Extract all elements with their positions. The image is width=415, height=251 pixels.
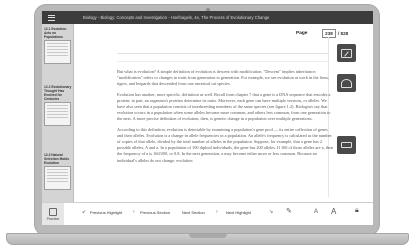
previous-highlight-icon: ↙ [82, 209, 87, 215]
highlight-icon[interactable] [337, 74, 356, 92]
highlight-off-icon[interactable]: ✎ [286, 207, 292, 215]
practice-button[interactable]: Practice [42, 203, 64, 225]
lock-icon[interactable]: 🔒︎ [355, 207, 359, 215]
thumbnail-image [44, 166, 71, 190]
next-section-button[interactable]: Next Section [182, 210, 205, 215]
top-bar: Biology - Biology: Concepts and Investig… [42, 11, 373, 24]
thumbnail-section-12-2[interactable]: 12.2 Evolutionary Thought Has Evolved fo… [44, 85, 72, 126]
text-size-large-icon[interactable]: A [331, 207, 336, 216]
page-number-input[interactable]: 238 [322, 28, 336, 38]
practice-icon [49, 207, 57, 216]
breadcrumb: Biology - Biology: Concepts and Investig… [83, 15, 270, 20]
thumbnail-section-12-1[interactable]: 12.1 Evolution Acts on Populations [44, 27, 72, 64]
thumbnail-label: 12.1 Evolution Acts on Populations [44, 27, 67, 39]
ebook-screen: Biology - Biology: Concepts and Investig… [42, 11, 373, 225]
laptop-base [6, 233, 409, 245]
content-paragraph: Evolution has another, more specific, de… [117, 91, 331, 122]
laptop-notch [189, 234, 227, 238]
chevron-left-icon: ‹ [133, 209, 135, 215]
bottom-toolbar: Practice ↙ Previous Highlight ‹ Previous… [42, 202, 373, 225]
content-paragraph: But what is evolution? A simple definiti… [117, 69, 330, 87]
thumbnail-section-12-3[interactable]: 12.3 Natural Selection Molds Evolution [44, 153, 72, 190]
thumbnail-image [44, 40, 71, 64]
previous-section-button[interactable]: Previous Section [140, 210, 170, 215]
thumbnail-label: 12.3 Natural Selection Molds Evolution [44, 153, 70, 165]
thumbnail-label: 12.2 Evolutionary Thought Has Evolved fo… [44, 85, 72, 101]
next-highlight-icon: ↘ [269, 209, 274, 215]
divider [117, 61, 329, 62]
text-size-small-icon[interactable]: A [314, 209, 318, 215]
bookmark-icon[interactable] [337, 136, 356, 154]
section-thumbnails: 12.1 Evolution Acts on Populations 12.2 … [42, 24, 74, 202]
page-label: Page [296, 31, 308, 36]
note-icon[interactable] [337, 44, 356, 62]
thumbnail-image [44, 102, 71, 126]
next-highlight-button[interactable]: Next Highlight [226, 210, 251, 215]
reading-pane: But what is evolution? A simple definiti… [117, 69, 334, 199]
divider [117, 53, 329, 54]
content-paragraph: According to this definition, evolution … [117, 126, 334, 163]
menu-icon[interactable] [45, 11, 57, 24]
chevron-right-icon: › [216, 209, 218, 215]
practice-label: Practice [46, 216, 60, 221]
previous-highlight-button[interactable]: Previous Highlight [90, 210, 122, 215]
page-total: / 828 [338, 31, 349, 36]
